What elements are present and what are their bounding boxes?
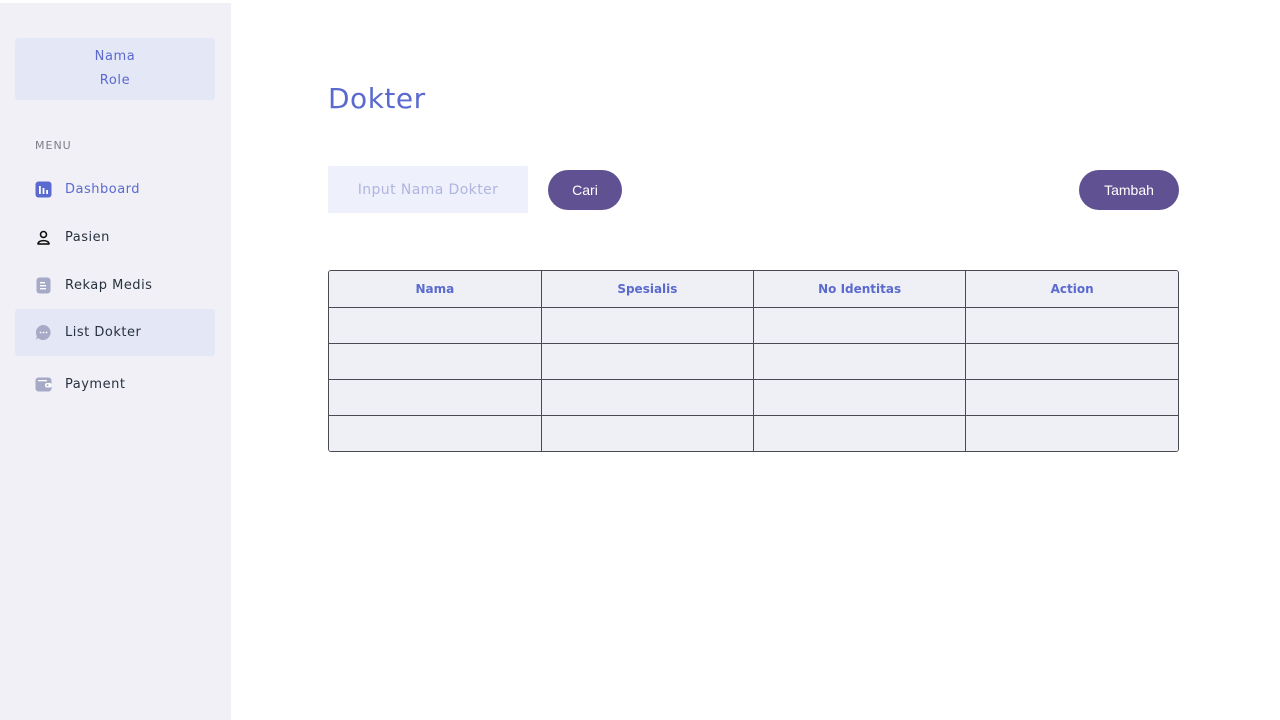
doctor-table: Nama Spesialis No Identitas Action [328, 270, 1179, 452]
table-cell [753, 415, 967, 451]
table-cell [541, 307, 755, 344]
table-cell [965, 343, 1178, 380]
table-cell [329, 415, 542, 451]
profile-name: Nama [94, 49, 136, 64]
search-input[interactable] [328, 166, 528, 213]
table-cell [965, 379, 1178, 416]
sidebar-item-pasien[interactable]: Pasien [15, 214, 215, 261]
table-cell [541, 415, 755, 451]
document-icon [35, 277, 52, 294]
column-header-no-identitas[interactable]: No Identitas [753, 271, 967, 308]
column-header-nama[interactable]: Nama [329, 271, 542, 308]
sidebar-item-label: Pasien [65, 230, 110, 245]
table-cell [753, 379, 967, 416]
search-button[interactable]: Cari [548, 170, 622, 210]
menu-section-label: MENU [35, 139, 72, 152]
column-header-action[interactable]: Action [965, 271, 1178, 308]
profile-card[interactable]: Nama Role [15, 38, 215, 100]
table-cell [329, 307, 542, 344]
chart-icon [35, 181, 52, 198]
table-row [329, 379, 1178, 416]
sidebar: Nama Role MENU Dashboard Pasien Rekap Me… [0, 3, 231, 720]
sidebar-item-list-dokter[interactable]: List Dokter [15, 309, 215, 356]
column-header-spesialis[interactable]: Spesialis [541, 271, 755, 308]
sidebar-item-payment[interactable]: Payment [15, 361, 215, 408]
table-cell [541, 343, 755, 380]
chat-icon [35, 324, 52, 341]
table-header-row: Nama Spesialis No Identitas Action [329, 271, 1178, 308]
table-cell [329, 343, 542, 380]
table-cell [329, 379, 542, 416]
table-row [329, 343, 1178, 380]
table-cell [541, 379, 755, 416]
table-cell [753, 307, 967, 344]
table-row [329, 307, 1178, 344]
sidebar-item-label: Rekap Medis [65, 278, 153, 293]
table-cell [753, 343, 967, 380]
wallet-icon [35, 376, 52, 393]
table-cell [966, 415, 1178, 451]
profile-role: Role [99, 73, 131, 88]
sidebar-item-label: List Dokter [65, 325, 142, 340]
sidebar-item-label: Dashboard [65, 182, 141, 197]
add-button[interactable]: Tambah [1079, 170, 1179, 210]
sidebar-item-dashboard[interactable]: Dashboard [15, 166, 215, 213]
sidebar-item-label: Payment [65, 377, 126, 392]
person-icon [35, 229, 52, 246]
table-cell [965, 307, 1178, 344]
table-row [329, 415, 1178, 451]
page-title: Dokter [328, 82, 426, 115]
sidebar-item-rekap-medis[interactable]: Rekap Medis [15, 262, 215, 309]
